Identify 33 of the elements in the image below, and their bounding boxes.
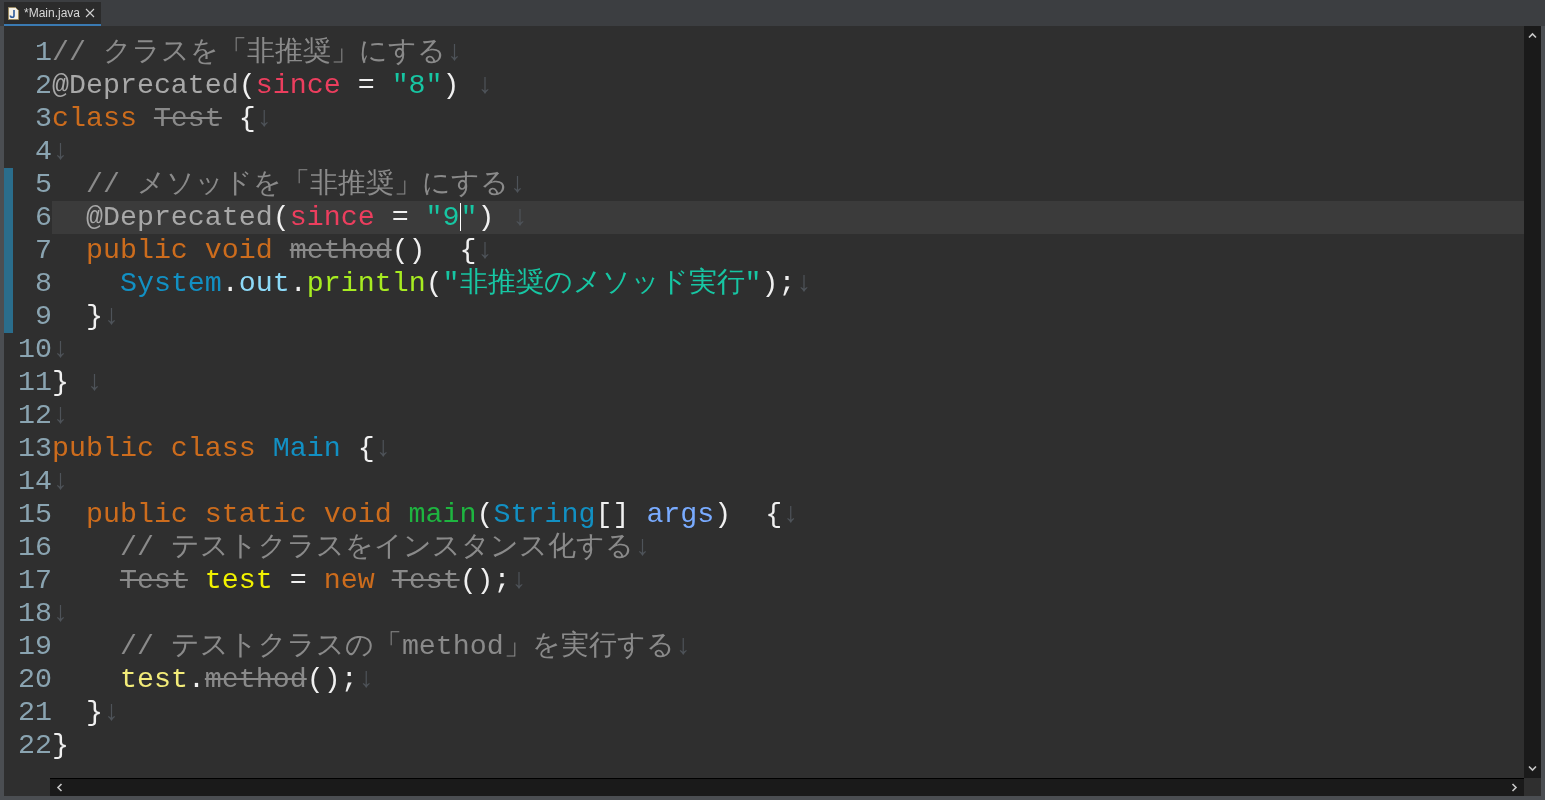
line-number: 16	[17, 531, 52, 564]
line-number: 19	[17, 630, 52, 663]
line-number: 6	[34, 201, 52, 234]
line-number: 12	[17, 399, 52, 432]
horizontal-scrollbar[interactable]	[50, 778, 1524, 796]
scroll-right-icon[interactable]	[1511, 783, 1518, 792]
line-number: 2	[34, 69, 52, 102]
line-number: 14	[17, 465, 52, 498]
line-number: 22	[17, 729, 52, 762]
line-number: 1	[34, 36, 52, 69]
line-number: 17	[17, 564, 52, 597]
line-number: 10	[17, 333, 52, 366]
vertical-scrollbar[interactable]	[1524, 26, 1541, 778]
line-number: 13	[17, 432, 52, 465]
line-number: 4	[34, 135, 52, 168]
line-number: 21	[17, 696, 52, 729]
line-number: 9	[34, 300, 52, 333]
scroll-down-icon[interactable]	[1528, 765, 1537, 772]
line-number: 20	[17, 663, 52, 696]
line-number: 8	[34, 267, 52, 300]
editor-tab[interactable]: *Main.java	[4, 2, 102, 26]
line-number: 11	[17, 366, 52, 399]
line-number: 15	[17, 498, 52, 531]
line-number: 5	[34, 168, 52, 201]
java-file-icon	[8, 6, 19, 20]
tab-title: *Main.java	[24, 6, 81, 20]
line-number: 3	[34, 102, 52, 135]
line-number: 7	[34, 234, 52, 267]
scroll-up-icon[interactable]	[1528, 32, 1537, 39]
scroll-left-icon[interactable]	[56, 783, 63, 792]
scrollbar-corner	[1524, 778, 1541, 796]
line-number: 18	[17, 597, 52, 630]
close-icon[interactable]	[85, 8, 96, 18]
